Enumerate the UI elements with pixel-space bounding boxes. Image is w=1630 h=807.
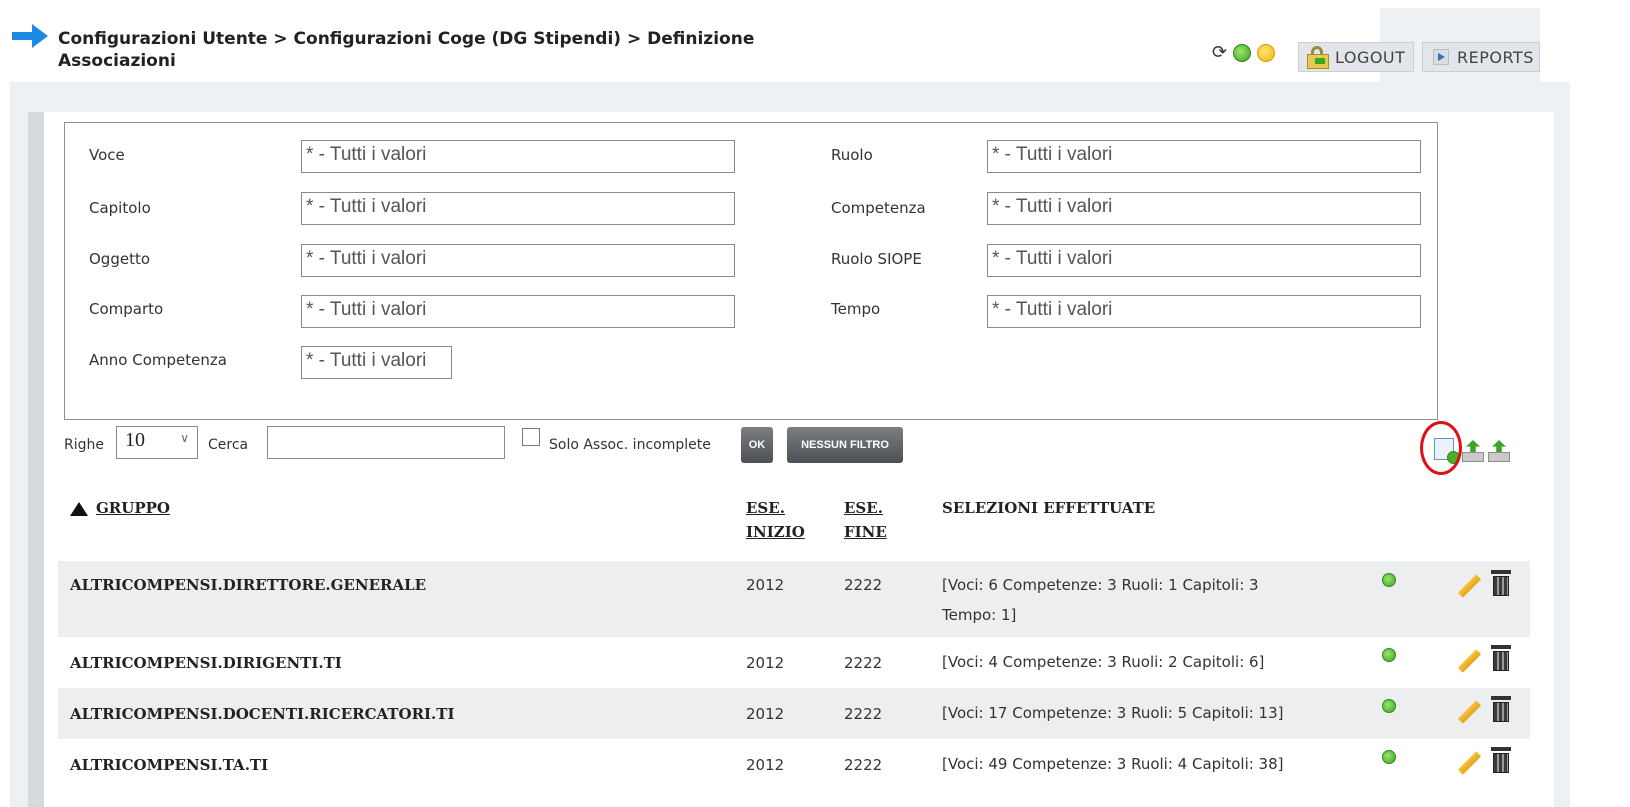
filter-label-ruolo-siope: Ruolo SIOPE <box>831 250 922 268</box>
column-header-selezioni: SELEZIONI EFFETTUATE <box>942 499 1156 517</box>
row-ese-inizio: 2012 <box>746 576 785 594</box>
row-ese-fine: 2222 <box>844 705 883 723</box>
filter-input-voce[interactable]: * - Tutti i valori <box>301 140 735 173</box>
table-row[interactable]: ALTRICOMPENSI.DIRETTORE.GENERALE 2012 22… <box>58 561 1530 637</box>
row-selezioni: [Voci: 4 Competenze: 3 Ruoli: 2 Capitoli… <box>942 653 1265 671</box>
row-gruppo: ALTRICOMPENSI.TA.TI <box>70 756 269 774</box>
row-selezioni-line-1: [Voci: 6 Competenze: 3 Ruoli: 1 Capitoli… <box>942 576 1259 594</box>
righe-value: 10 <box>125 429 145 451</box>
solo-incomplete-label: Solo Assoc. incomplete <box>549 437 711 453</box>
header: Configurazioni Utente > Configurazioni C… <box>0 0 1630 98</box>
column-header-ese-inizio[interactable]: ESE. INIZIO <box>746 496 805 544</box>
row-ese-inizio: 2012 <box>746 654 785 672</box>
status-icons: ⟳ <box>1212 44 1276 62</box>
filter-input-ruolo[interactable]: * - Tutti i valori <box>987 140 1421 173</box>
ese-inizio-line-2[interactable]: INIZIO <box>746 523 805 541</box>
table-row[interactable]: ALTRICOMPENSI.TA.TI 2012 2222 [Voci: 49 … <box>58 739 1530 807</box>
table-row[interactable]: ALTRICOMPENSI.DIRIGENTI.TI 2012 2222 [Vo… <box>58 637 1530 688</box>
breadcrumb: Configurazioni Utente > Configurazioni C… <box>58 28 778 72</box>
filter-label-capitolo: Capitolo <box>89 199 151 217</box>
filter-input-capitolo[interactable]: * - Tutti i valori <box>301 192 735 225</box>
filter-input-comparto[interactable]: * - Tutti i valori <box>301 295 735 328</box>
row-gruppo: ALTRICOMPENSI.DOCENTI.RICERCATORI.TI <box>70 705 455 723</box>
filter-label-comparto: Comparto <box>89 300 164 318</box>
row-gruppo: ALTRICOMPENSI.DIRIGENTI.TI <box>70 654 342 672</box>
status-green-icon <box>1382 648 1396 662</box>
row-ese-inizio: 2012 <box>746 705 785 723</box>
row-ese-fine: 2222 <box>844 756 883 774</box>
filter-input-competenza[interactable]: * - Tutti i valori <box>987 192 1421 225</box>
pencil-icon[interactable] <box>1456 573 1482 598</box>
trash-icon[interactable] <box>1490 696 1512 722</box>
breadcrumb-line-1: Configurazioni Utente > Configurazioni C… <box>58 29 755 49</box>
sort-ascending-icon[interactable] <box>70 502 88 516</box>
status-green-icon <box>1233 44 1252 62</box>
filter-input-tempo[interactable]: * - Tutti i valori <box>987 295 1421 328</box>
import-icon[interactable] <box>1488 440 1510 462</box>
trash-icon[interactable] <box>1490 570 1512 596</box>
filter-input-oggetto[interactable]: * - Tutti i valori <box>301 244 735 277</box>
refresh-icon[interactable]: ⟳ <box>1212 44 1227 62</box>
filter-label-voce: Voce <box>89 146 125 164</box>
righe-select[interactable]: 10 ∨ <box>116 426 198 459</box>
row-selezioni: [Voci: 17 Competenze: 3 Ruoli: 5 Capitol… <box>942 704 1284 722</box>
filter-input-anno-competenza[interactable]: * - Tutti i valori <box>301 346 452 379</box>
column-header-ese-fine[interactable]: ESE. FINE <box>844 496 887 544</box>
nessun-filtro-button[interactable]: NESSUN FILTRO <box>787 427 903 463</box>
cerca-label: Cerca <box>208 437 249 453</box>
lock-icon <box>1305 45 1331 69</box>
column-header-gruppo[interactable]: GRUPPO <box>96 496 170 520</box>
chevron-down-icon: ∨ <box>180 431 189 445</box>
filter-label-anno-competenza: Anno Competenza <box>89 351 227 369</box>
solo-incomplete-checkbox[interactable] <box>522 428 540 446</box>
filter-label-competenza: Competenza <box>831 199 926 217</box>
filter-label-oggetto: Oggetto <box>89 250 151 268</box>
righe-label: Righe <box>64 437 104 453</box>
row-selezioni: [Voci: 49 Competenze: 3 Ruoli: 4 Capitol… <box>942 755 1284 773</box>
row-ese-fine: 2222 <box>844 654 883 672</box>
row-gruppo: ALTRICOMPENSI.DIRETTORE.GENERALE <box>70 576 427 594</box>
pencil-icon[interactable] <box>1456 648 1482 673</box>
ok-button[interactable]: OK <box>741 427 773 463</box>
row-selezioni: [Voci: 6 Competenze: 3 Ruoli: 1 Capitoli… <box>942 570 1342 630</box>
cerca-input[interactable] <box>267 426 505 459</box>
status-green-icon <box>1382 573 1396 587</box>
filter-input-ruolo-siope[interactable]: * - Tutti i valori <box>987 244 1421 277</box>
ese-inizio-line-1[interactable]: ESE. <box>746 499 785 517</box>
table-row[interactable]: ALTRICOMPENSI.DOCENTI.RICERCATORI.TI 201… <box>58 688 1530 739</box>
gruppo-sort-link[interactable]: GRUPPO <box>96 499 170 517</box>
ese-fine-line-2[interactable]: FINE <box>844 523 887 541</box>
trash-icon[interactable] <box>1490 747 1512 773</box>
logout-label: LOGOUT <box>1335 47 1406 67</box>
trash-icon[interactable] <box>1490 645 1512 671</box>
reports-label: REPORTS <box>1457 47 1534 67</box>
status-green-icon <box>1382 699 1396 713</box>
pencil-icon[interactable] <box>1456 699 1482 724</box>
reports-button[interactable]: REPORTS <box>1422 42 1540 72</box>
filter-label-tempo: Tempo <box>831 300 881 318</box>
row-ese-fine: 2222 <box>844 576 883 594</box>
arrow-icon <box>1433 49 1449 65</box>
export-icon[interactable] <box>1462 440 1484 462</box>
status-yellow-icon <box>1257 44 1276 62</box>
row-selezioni-line-2: Tempo: 1] <box>942 606 1017 624</box>
status-green-icon <box>1382 750 1396 764</box>
pencil-icon[interactable] <box>1456 750 1482 775</box>
breadcrumb-line-2: Associazioni <box>58 51 176 71</box>
filter-label-ruolo: Ruolo <box>831 146 873 164</box>
ese-fine-line-1[interactable]: ESE. <box>844 499 883 517</box>
logout-button[interactable]: LOGOUT <box>1298 42 1414 72</box>
highlight-circle <box>1420 421 1462 475</box>
row-ese-inizio: 2012 <box>746 756 785 774</box>
arrow-right-icon <box>12 24 48 48</box>
main-left-bar <box>28 112 44 807</box>
